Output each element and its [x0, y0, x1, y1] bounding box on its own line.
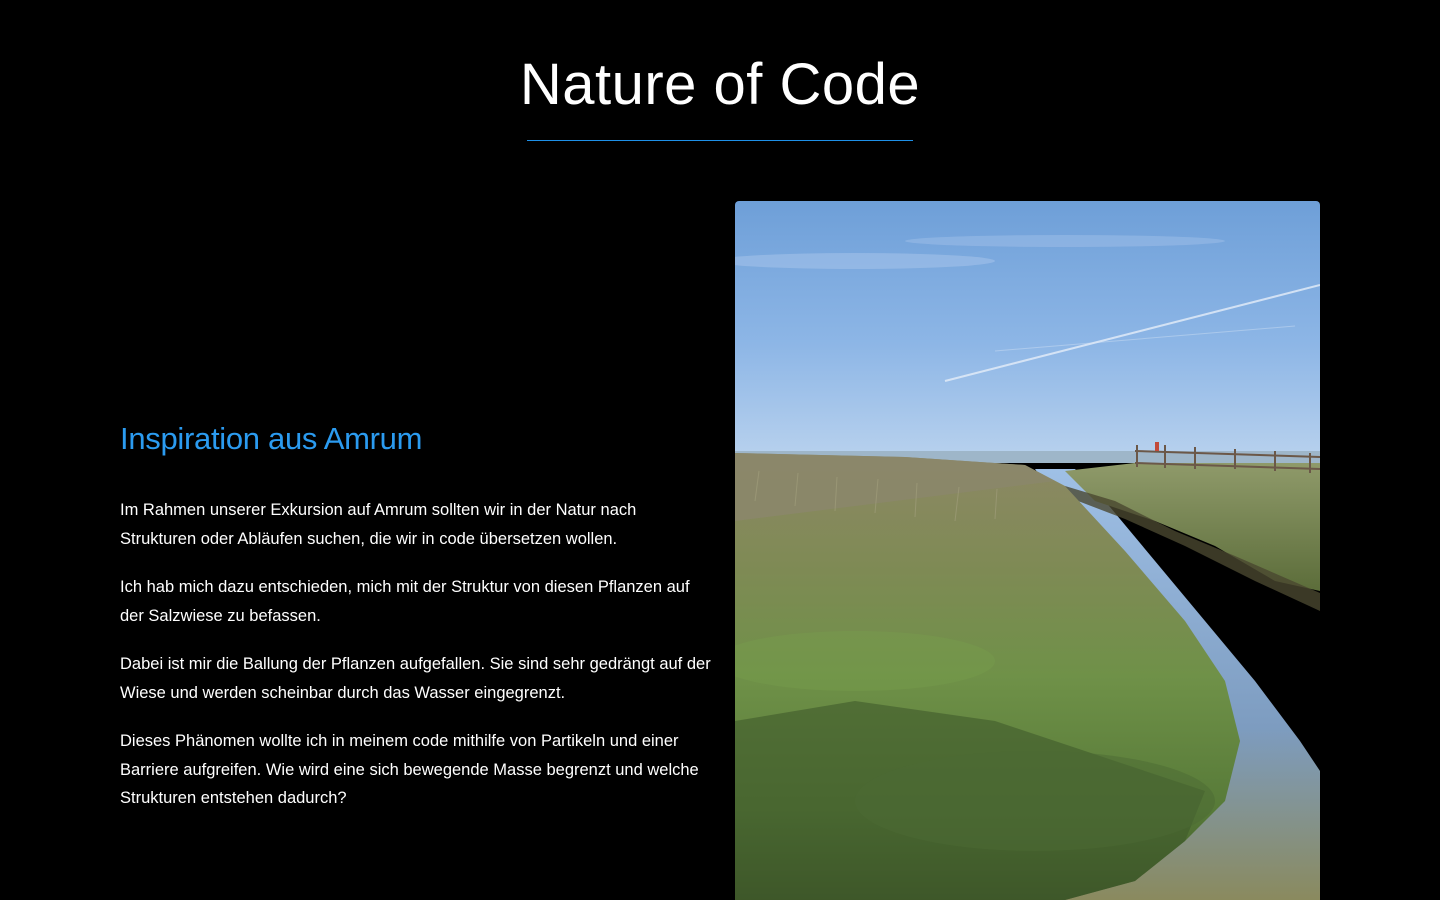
text-column: Inspiration aus Amrum Im Rahmen unserer … [120, 418, 712, 833]
page-title: Nature of Code [519, 52, 921, 117]
section-heading: Inspiration aus Amrum [120, 421, 423, 456]
title-underline [527, 140, 913, 141]
paragraph-4: Dieses Phänomen wollte ich in meinem cod… [120, 732, 699, 807]
paragraph-1: Im Rahmen unserer Exkursion auf Amrum so… [120, 501, 637, 548]
paragraph-2: Ich hab mich dazu entschieden, mich mit … [120, 578, 690, 625]
salt-marsh-image [735, 201, 1320, 900]
paragraph-3: Dabei ist mir die Ballung der Pflanzen a… [120, 655, 711, 702]
page: Nature of Code Inspiration aus Amrum Im … [0, 0, 1440, 900]
salt-marsh-photo [735, 201, 1320, 900]
